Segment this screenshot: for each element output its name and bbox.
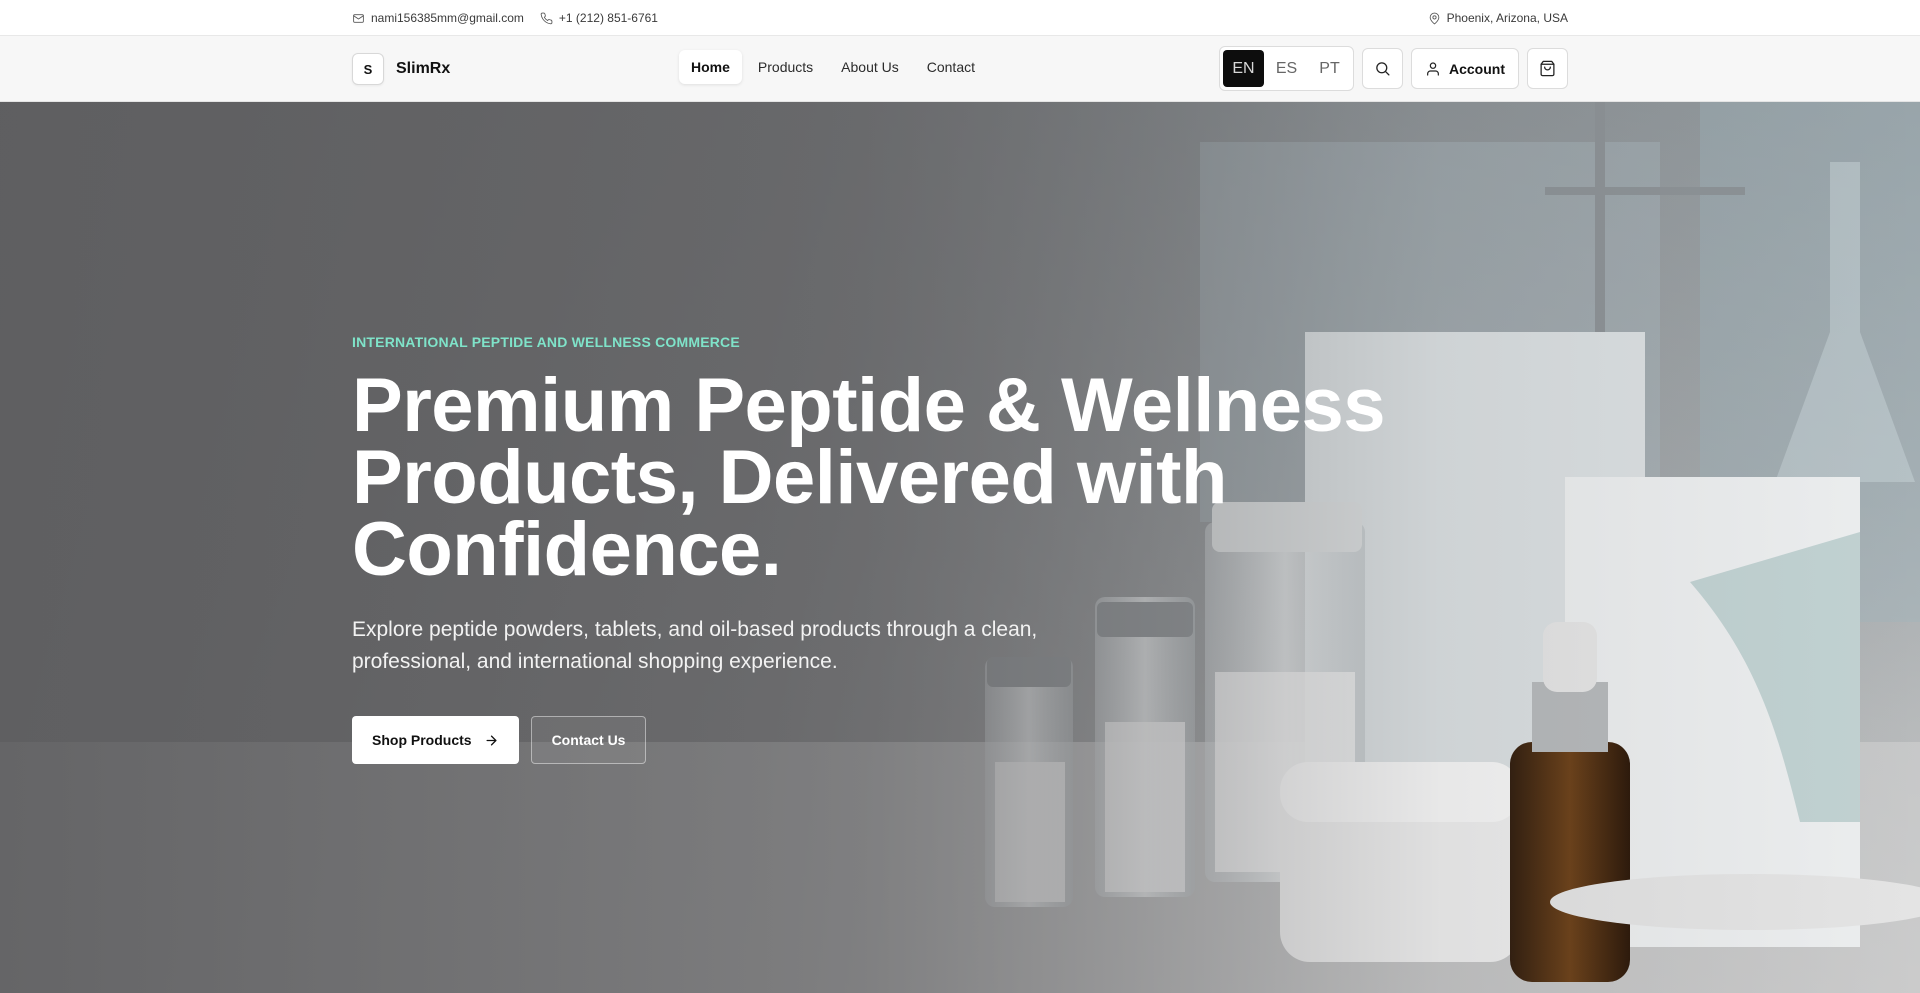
brand-mark: S [352, 53, 384, 85]
search-button[interactable] [1362, 48, 1403, 89]
nav-products[interactable]: Products [746, 50, 825, 84]
mail-icon [353, 13, 364, 23]
lang-pt-button[interactable]: PT [1309, 50, 1350, 87]
nav-about-us[interactable]: About Us [829, 50, 911, 84]
hero-cta-group: Shop Products Contact Us [352, 716, 1452, 764]
hero-description: Explore peptide powders, tablets, and oi… [352, 618, 1038, 673]
hero-eyebrow: INTERNATIONAL PEPTIDE AND WELLNESS COMME… [352, 334, 740, 350]
account-label: Account [1449, 60, 1505, 77]
location: Phoenix, Arizona, USA [1428, 11, 1568, 25]
hero-content: INTERNATIONAL PEPTIDE AND WELLNESS COMME… [352, 334, 1452, 764]
site-header: S SlimRx Home Products About Us Contact … [0, 36, 1920, 102]
hero-title: Premium Peptide & Wellness Products, Del… [352, 363, 1386, 592]
user-icon [1427, 61, 1439, 76]
hero-section: INTERNATIONAL PEPTIDE AND WELLNESS COMME… [0, 102, 1920, 993]
lang-en-button[interactable]: EN [1223, 50, 1264, 87]
nav-contact[interactable]: Contact [915, 50, 987, 84]
top-info-bar: nami156385mm@gmail.com +1 (212) 851-6761… [0, 0, 1920, 36]
phone-text: +1 (212) 851-6761 [558, 11, 658, 25]
arrow-right-icon [486, 735, 497, 745]
cart-button[interactable] [1527, 48, 1568, 89]
contact-email[interactable]: nami156385mm@gmail.com [352, 11, 524, 25]
account-button[interactable]: Account [1411, 48, 1519, 89]
contact-us-button[interactable]: Contact Us [530, 716, 647, 764]
shopping-bag-icon [1540, 60, 1555, 77]
email-text: nami156385mm@gmail.com [371, 11, 524, 25]
phone-icon [540, 12, 553, 24]
shop-products-button[interactable]: Shop Products [352, 716, 519, 764]
lang-es-button[interactable]: ES [1266, 50, 1307, 87]
brand-logo-link[interactable]: S SlimRx [352, 53, 450, 85]
header-actions: EN ES PT Account [1219, 46, 1568, 91]
nav-home[interactable]: Home [679, 50, 742, 84]
shop-products-label: Shop Products [372, 732, 472, 748]
language-switcher: EN ES PT [1219, 46, 1354, 91]
search-icon [1376, 62, 1390, 76]
map-pin-icon [1429, 12, 1439, 24]
main-nav: Home Products About Us Contact [679, 50, 987, 84]
contact-phone[interactable]: +1 (212) 851-6761 [540, 11, 658, 25]
location-text: Phoenix, Arizona, USA [1446, 11, 1568, 25]
brand-name: SlimRx [396, 60, 451, 77]
contact-us-label: Contact Us [551, 732, 626, 748]
